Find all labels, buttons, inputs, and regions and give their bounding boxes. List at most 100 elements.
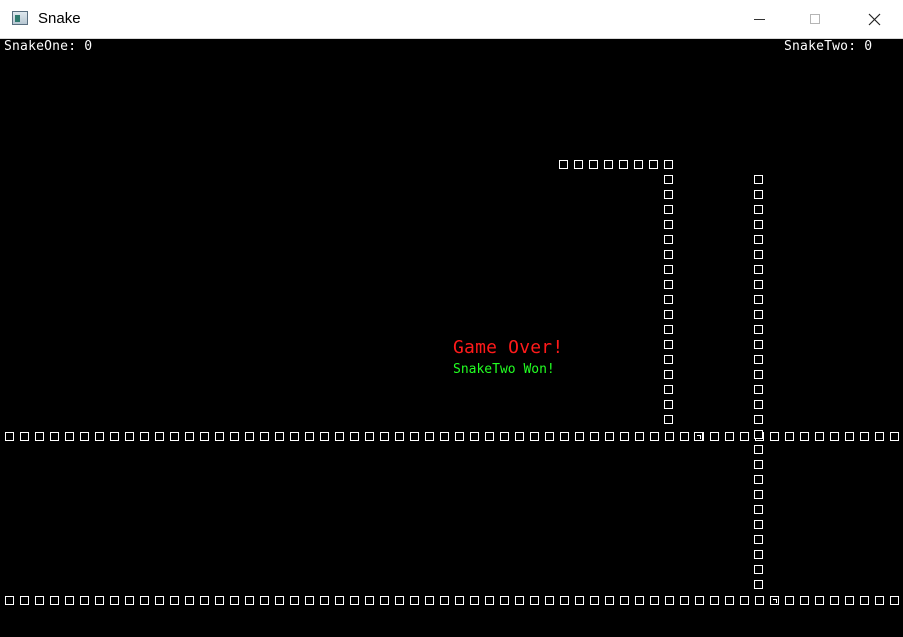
- snake-segment: [664, 190, 673, 199]
- snake-segment: [80, 432, 89, 441]
- snake-segment: [664, 370, 673, 379]
- snake-segment: [590, 596, 599, 605]
- snake-segment: [785, 596, 794, 605]
- snake-segment: [754, 550, 763, 559]
- snake-segment: [890, 432, 899, 441]
- snake-segment: [665, 596, 674, 605]
- snake-segment: [425, 432, 434, 441]
- snake-segment: [725, 596, 734, 605]
- snake-segment: [185, 596, 194, 605]
- snake-segment: [440, 432, 449, 441]
- snake-segment: [155, 432, 164, 441]
- snake-segment: [455, 432, 464, 441]
- winner-text: SnakeTwo Won!: [453, 362, 555, 377]
- snake-segment: [664, 385, 673, 394]
- snake-segment: [830, 432, 839, 441]
- snake-segment: [845, 432, 854, 441]
- snake-segment: [515, 432, 524, 441]
- snake-segment: [754, 280, 763, 289]
- game-over-text: Game Over!: [453, 337, 564, 358]
- snake-segment: [754, 220, 763, 229]
- snake-segment: [754, 265, 763, 274]
- snake-segment: [380, 596, 389, 605]
- snake-segment: [50, 432, 59, 441]
- snake-segment: [664, 220, 673, 229]
- snake-segment: [605, 432, 614, 441]
- snake-segment: [830, 596, 839, 605]
- snake-segment: [635, 596, 644, 605]
- snake-segment: [410, 596, 419, 605]
- snake-segment: [890, 596, 899, 605]
- snake-segment: [574, 160, 583, 169]
- snake-segment: [664, 400, 673, 409]
- snake-segment: [710, 432, 719, 441]
- snake-segment: [410, 432, 419, 441]
- snake-segment: [664, 295, 673, 304]
- snake-segment: [800, 432, 809, 441]
- snake-segment: [305, 432, 314, 441]
- snake-segment: [470, 432, 479, 441]
- snake-segment: [245, 596, 254, 605]
- snake-segment: [485, 596, 494, 605]
- snake-segment: [65, 596, 74, 605]
- snake-segment: [559, 160, 568, 169]
- snake-segment: [754, 370, 763, 379]
- snake-segment: [664, 160, 673, 169]
- snake-segment: [425, 596, 434, 605]
- snake-segment: [395, 432, 404, 441]
- snake-segment: [589, 160, 598, 169]
- snake-segment: [500, 596, 509, 605]
- snake-segment: [754, 190, 763, 199]
- snake-segment: [664, 340, 673, 349]
- snake-segment: [665, 432, 674, 441]
- snake-segment: [500, 432, 509, 441]
- snake-segment: [365, 596, 374, 605]
- snake-segment: [664, 235, 673, 244]
- snake-segment: [770, 432, 779, 441]
- snake-segment: [755, 596, 764, 605]
- snake-segment: [754, 490, 763, 499]
- snake-segment: [320, 432, 329, 441]
- snake-segment: [20, 596, 29, 605]
- snake-segment: [110, 432, 119, 441]
- snake-segment: [664, 325, 673, 334]
- snake-segment: [170, 432, 179, 441]
- snake-segment: [20, 432, 29, 441]
- snake-segment: [845, 596, 854, 605]
- snake-segment: [754, 355, 763, 364]
- snake-segment: [754, 205, 763, 214]
- snake-segment: [635, 432, 644, 441]
- snake-segment: [230, 596, 239, 605]
- snake-segment: [140, 596, 149, 605]
- snake-segment: [800, 596, 809, 605]
- snake-segment: [440, 596, 449, 605]
- snake-segment: [604, 160, 613, 169]
- snake-segment: [290, 432, 299, 441]
- snake-segment: [815, 432, 824, 441]
- snake-segment: [5, 432, 14, 441]
- snake-segment: [875, 596, 884, 605]
- snake-segment: [650, 432, 659, 441]
- snake-segment: [875, 432, 884, 441]
- snake-segment: [740, 596, 749, 605]
- snake-segment: [664, 250, 673, 259]
- snake-segment: [260, 432, 269, 441]
- snake-segment: [664, 355, 673, 364]
- snake-segment: [335, 596, 344, 605]
- snake-segment: [664, 205, 673, 214]
- snake-segment: [620, 432, 629, 441]
- snake-segment: [350, 596, 359, 605]
- snake-segment: [155, 596, 164, 605]
- snake-segment: [754, 340, 763, 349]
- snake-segment: [754, 565, 763, 574]
- snake-segment: [590, 432, 599, 441]
- snake-segment: [754, 325, 763, 334]
- snake-segment: [725, 432, 734, 441]
- snake-segment: [664, 280, 673, 289]
- snake-segment: [634, 160, 643, 169]
- snake-segment: [605, 596, 614, 605]
- snake-segment: [664, 265, 673, 274]
- snake-segment: [35, 432, 44, 441]
- snake-segment: [125, 432, 134, 441]
- snake-segment: [754, 250, 763, 259]
